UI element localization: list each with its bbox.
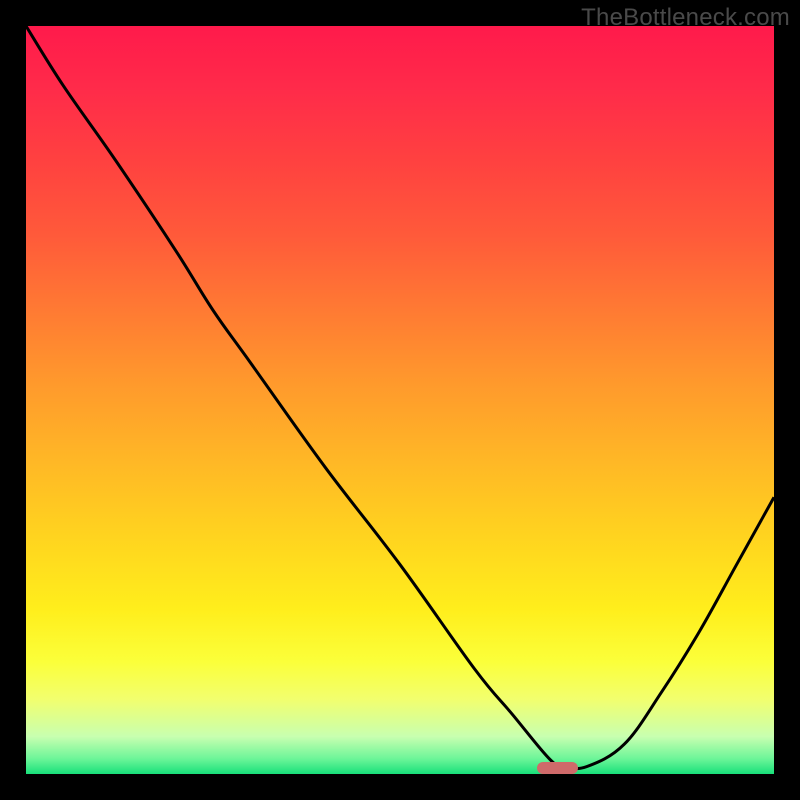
plot-area [26, 26, 774, 774]
chart-frame: TheBottleneck.com [0, 0, 800, 800]
curve-path [26, 26, 774, 769]
optimal-point-marker [537, 762, 578, 774]
bottleneck-curve [26, 26, 774, 774]
